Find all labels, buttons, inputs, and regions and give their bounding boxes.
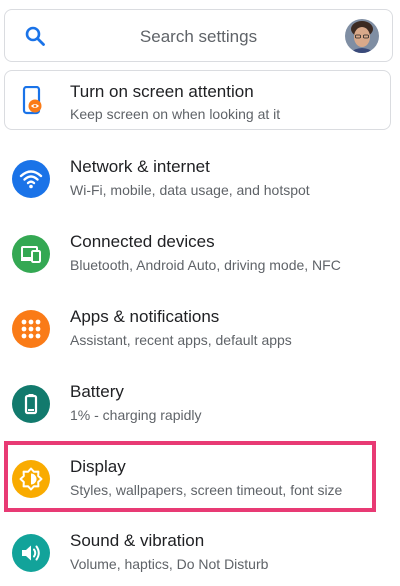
setting-display[interactable]: Display Styles, wallpapers, screen timeo…: [0, 446, 400, 521]
setting-connected-devices[interactable]: Connected devices Bluetooth, Android Aut…: [0, 221, 400, 296]
suggestion-summary: Keep screen on when looking at it: [70, 106, 281, 122]
setting-sound-vibration[interactable]: Sound & vibration Volume, haptics, Do No…: [0, 520, 400, 586]
avatar[interactable]: [345, 19, 379, 53]
setting-title: Connected devices: [70, 232, 215, 251]
setting-title: Display: [70, 457, 126, 476]
setting-summary: Bluetooth, Android Auto, driving mode, N…: [70, 257, 341, 273]
setting-summary: Assistant, recent apps, default apps: [70, 332, 292, 348]
setting-title: Apps & notifications: [70, 307, 220, 326]
suggestion-title: Turn on screen attention: [70, 82, 254, 101]
setting-summary: Volume, haptics, Do Not Disturb: [70, 556, 269, 572]
screen-attention-suggestion[interactable]: Turn on screen attention Keep screen on …: [4, 70, 391, 130]
search-placeholder[interactable]: Search settings: [5, 27, 392, 47]
wifi-icon: [12, 160, 50, 198]
setting-network-internet[interactable]: Network & internet Wi-Fi, mobile, data u…: [0, 146, 400, 221]
setting-summary: Styles, wallpapers, screen timeout, font…: [70, 482, 343, 498]
setting-summary: 1% - charging rapidly: [70, 407, 202, 423]
setting-title: Network & internet: [70, 157, 210, 176]
setting-title: Battery: [70, 382, 124, 401]
setting-apps-notifications[interactable]: Apps & notifications Assistant, recent a…: [0, 296, 400, 371]
volume-icon: [12, 534, 50, 572]
apps-icon: [12, 310, 50, 348]
phone-eye-icon: [22, 86, 42, 115]
connected-devices-icon: [12, 235, 50, 273]
search-bar[interactable]: Search settings: [4, 9, 393, 62]
brightness-icon: [12, 460, 50, 498]
settings-screen: Search settings Turn on screen attention…: [0, 0, 400, 586]
setting-title: Sound & vibration: [70, 531, 205, 550]
battery-icon: [12, 385, 50, 423]
setting-battery[interactable]: Battery 1% - charging rapidly: [0, 371, 400, 446]
setting-summary: Wi-Fi, mobile, data usage, and hotspot: [70, 182, 310, 198]
